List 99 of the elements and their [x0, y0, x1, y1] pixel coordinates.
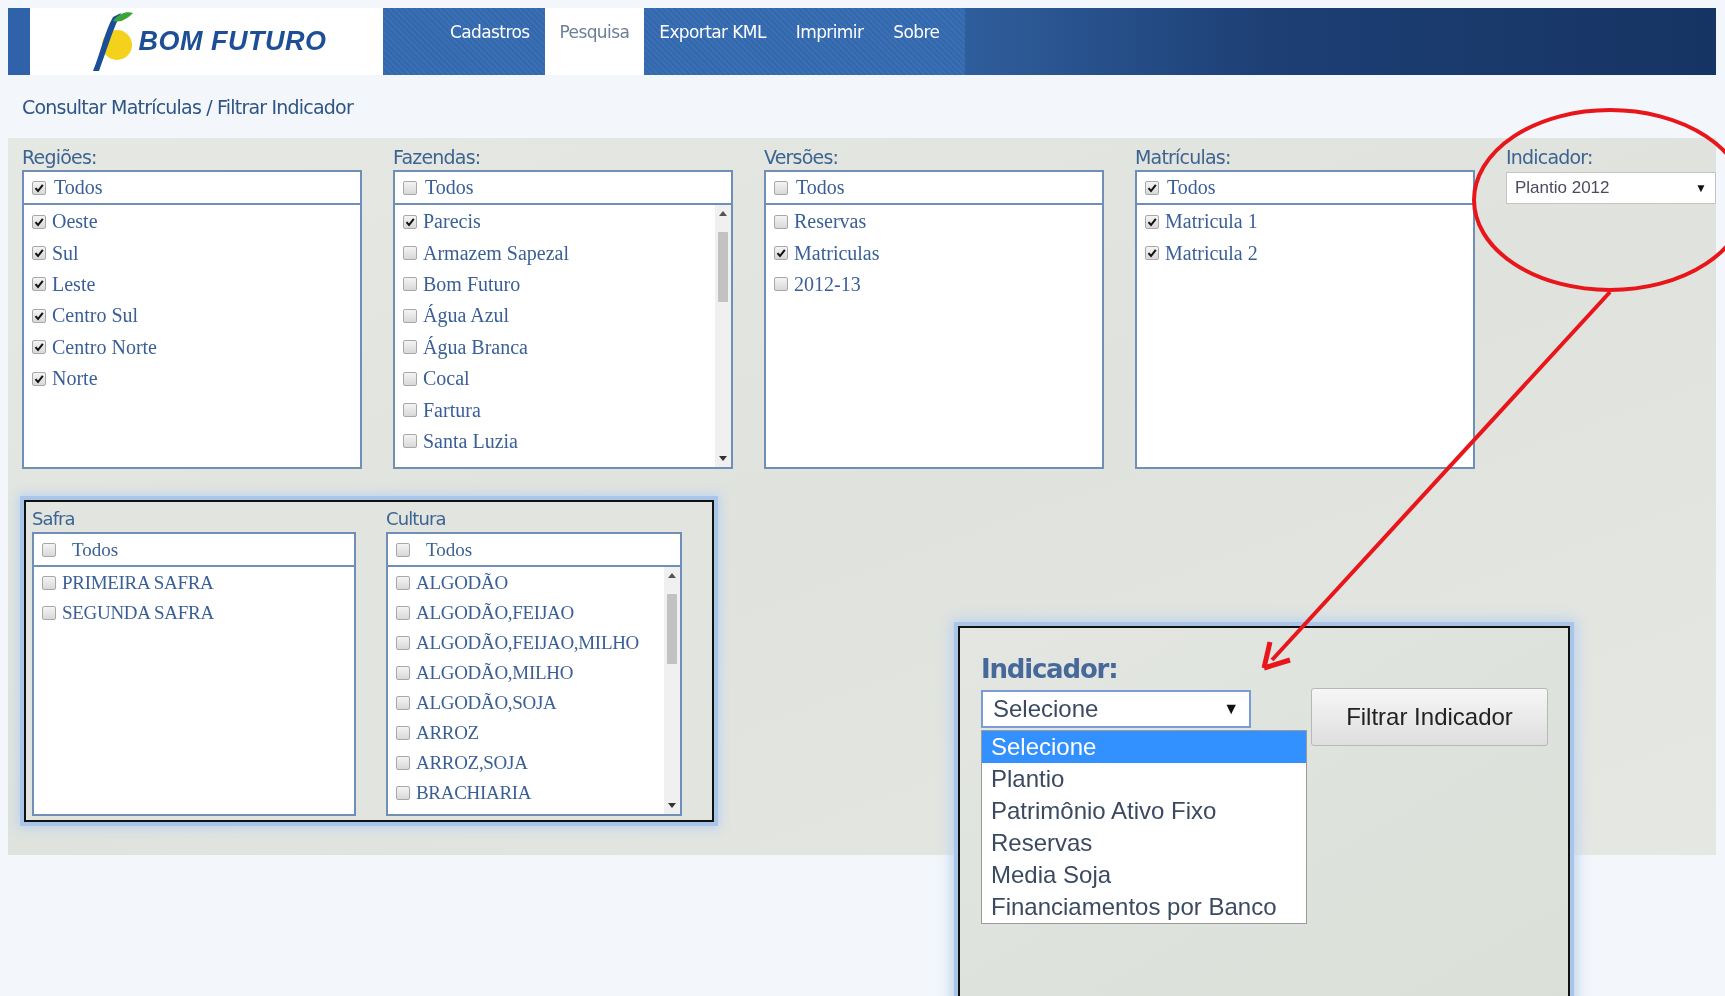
- checkbox[interactable]: [32, 371, 46, 386]
- option-label: Fartura: [423, 398, 481, 422]
- nav-tab[interactable]: Exportar KML: [644, 8, 781, 75]
- checkbox[interactable]: [403, 403, 417, 418]
- option-label: Reservas: [794, 210, 867, 234]
- checkbox[interactable]: [396, 786, 410, 800]
- option-label: ALGODÃO,SOJA: [416, 692, 557, 714]
- option-label: Cocal: [423, 367, 470, 391]
- nav-tab[interactable]: Imprimir: [780, 8, 879, 75]
- scroll-down-icon[interactable]: [668, 803, 676, 808]
- option-label: Bom Futuro: [423, 272, 521, 296]
- scrollbar[interactable]: [664, 567, 680, 814]
- option-label: Matricula 2: [1165, 241, 1258, 265]
- checkbox[interactable]: [32, 214, 46, 229]
- filter-label: Versões:: [764, 145, 840, 170]
- checkbox[interactable]: [774, 180, 788, 195]
- checkbox[interactable]: [396, 542, 410, 557]
- checkbox[interactable]: [1145, 246, 1159, 261]
- checkbox[interactable]: [774, 214, 788, 229]
- filter-label: Indicador:: [1506, 145, 1594, 170]
- option-label: Matriculas: [794, 241, 880, 265]
- checkbox[interactable]: [1145, 180, 1159, 195]
- scroll-up-icon[interactable]: [719, 211, 727, 216]
- option-label: Leste: [52, 272, 96, 296]
- option-label: ALGODÃO,MILHO: [416, 662, 574, 684]
- checkbox[interactable]: [403, 340, 417, 355]
- option-label: Parecis: [423, 210, 481, 234]
- option-label: Todos: [72, 538, 119, 561]
- option-label: Oeste: [52, 210, 98, 234]
- option-label: Água Azul: [423, 304, 510, 328]
- checkbox[interactable]: [42, 576, 56, 590]
- option-label: Santa Luzia: [423, 429, 518, 453]
- caret-icon: ▼: [1695, 181, 1707, 195]
- option-label: Todos: [1167, 176, 1216, 199]
- checkbox[interactable]: [396, 576, 410, 590]
- scroll-up-icon[interactable]: [668, 573, 676, 578]
- filter-label: Safra: [32, 507, 76, 531]
- filter-label: Indicador:: [981, 654, 1119, 686]
- checkbox[interactable]: [396, 666, 410, 680]
- option-label: ARROZ: [416, 722, 479, 744]
- option-label: Todos: [54, 176, 103, 199]
- indicator-select[interactable]: Selecione ▼: [981, 690, 1251, 728]
- option-label: Centro Norte: [52, 335, 157, 359]
- checkbox[interactable]: [403, 246, 417, 261]
- checkbox[interactable]: [403, 434, 417, 449]
- option-label: ALGODÃO: [416, 572, 508, 594]
- caret-icon: ▼: [1223, 700, 1239, 718]
- breadcrumb: Consultar Matrículas / Filtrar Indicador: [22, 95, 353, 118]
- nav-tab[interactable]: Pesquisa: [544, 8, 645, 75]
- option-label: ALGODÃO,FEIJAO,MILHO: [416, 632, 640, 654]
- checkbox[interactable]: [32, 277, 46, 292]
- option-label: Água Branca: [423, 335, 528, 359]
- filter-button[interactable]: Filtrar Indicador: [1311, 688, 1548, 746]
- checkbox[interactable]: [403, 214, 417, 229]
- checkbox[interactable]: [403, 371, 417, 386]
- checkbox[interactable]: [396, 606, 410, 620]
- checkbox[interactable]: [403, 308, 417, 323]
- checkbox[interactable]: [32, 180, 46, 195]
- checkbox[interactable]: [403, 180, 417, 195]
- checkbox[interactable]: [396, 726, 410, 740]
- checkbox[interactable]: [1145, 214, 1159, 229]
- scrollbar-thumb[interactable]: [667, 594, 677, 664]
- option-label: Todos: [426, 538, 473, 561]
- checkbox[interactable]: [42, 542, 56, 557]
- filter-label: Fazendas:: [393, 145, 482, 170]
- option-label: Todos: [796, 176, 845, 199]
- option-label: Norte: [52, 367, 98, 391]
- scroll-down-icon[interactable]: [719, 456, 727, 461]
- filter-label: Regiões:: [22, 145, 98, 170]
- checkbox[interactable]: [32, 340, 46, 355]
- indicator-select[interactable]: Plantio 2012 ▼: [1506, 172, 1716, 204]
- checkbox[interactable]: [396, 756, 410, 770]
- option-label: 2012-13: [794, 272, 861, 296]
- option-label: Todos: [425, 176, 474, 199]
- checkbox[interactable]: [396, 696, 410, 710]
- option-label: Sul: [52, 241, 79, 265]
- option-label: SEGUNDA SAFRA: [62, 602, 214, 624]
- header-bar: [8, 8, 30, 75]
- option-label: ALGODÃO,FEIJAO: [416, 602, 574, 624]
- option-label: ARROZ,SOJA: [416, 752, 528, 774]
- option-label: Armazem Sapezal: [423, 241, 570, 265]
- checkbox[interactable]: [42, 606, 56, 620]
- scrollbar-thumb[interactable]: [718, 232, 728, 302]
- option-label: Centro Sul: [52, 304, 139, 328]
- option-label: BRACHIARIA: [416, 782, 532, 804]
- nav-tab[interactable]: Cadastros: [435, 8, 545, 75]
- filter-label: Cultura: [386, 507, 447, 531]
- option-label: PRIMEIRA SAFRA: [62, 572, 214, 594]
- option-label: Matricula 1: [1165, 210, 1258, 234]
- checkbox[interactable]: [32, 308, 46, 323]
- checkbox[interactable]: [774, 277, 788, 292]
- logo-text: BOM FUTURO: [138, 26, 327, 57]
- checkbox[interactable]: [774, 246, 788, 261]
- checkbox[interactable]: [396, 636, 410, 650]
- nav-tab[interactable]: Sobre: [878, 8, 955, 75]
- checkbox[interactable]: [32, 246, 46, 261]
- checkbox[interactable]: [403, 277, 417, 292]
- filter-label: Matrículas:: [1135, 145, 1232, 170]
- scrollbar[interactable]: [715, 205, 731, 467]
